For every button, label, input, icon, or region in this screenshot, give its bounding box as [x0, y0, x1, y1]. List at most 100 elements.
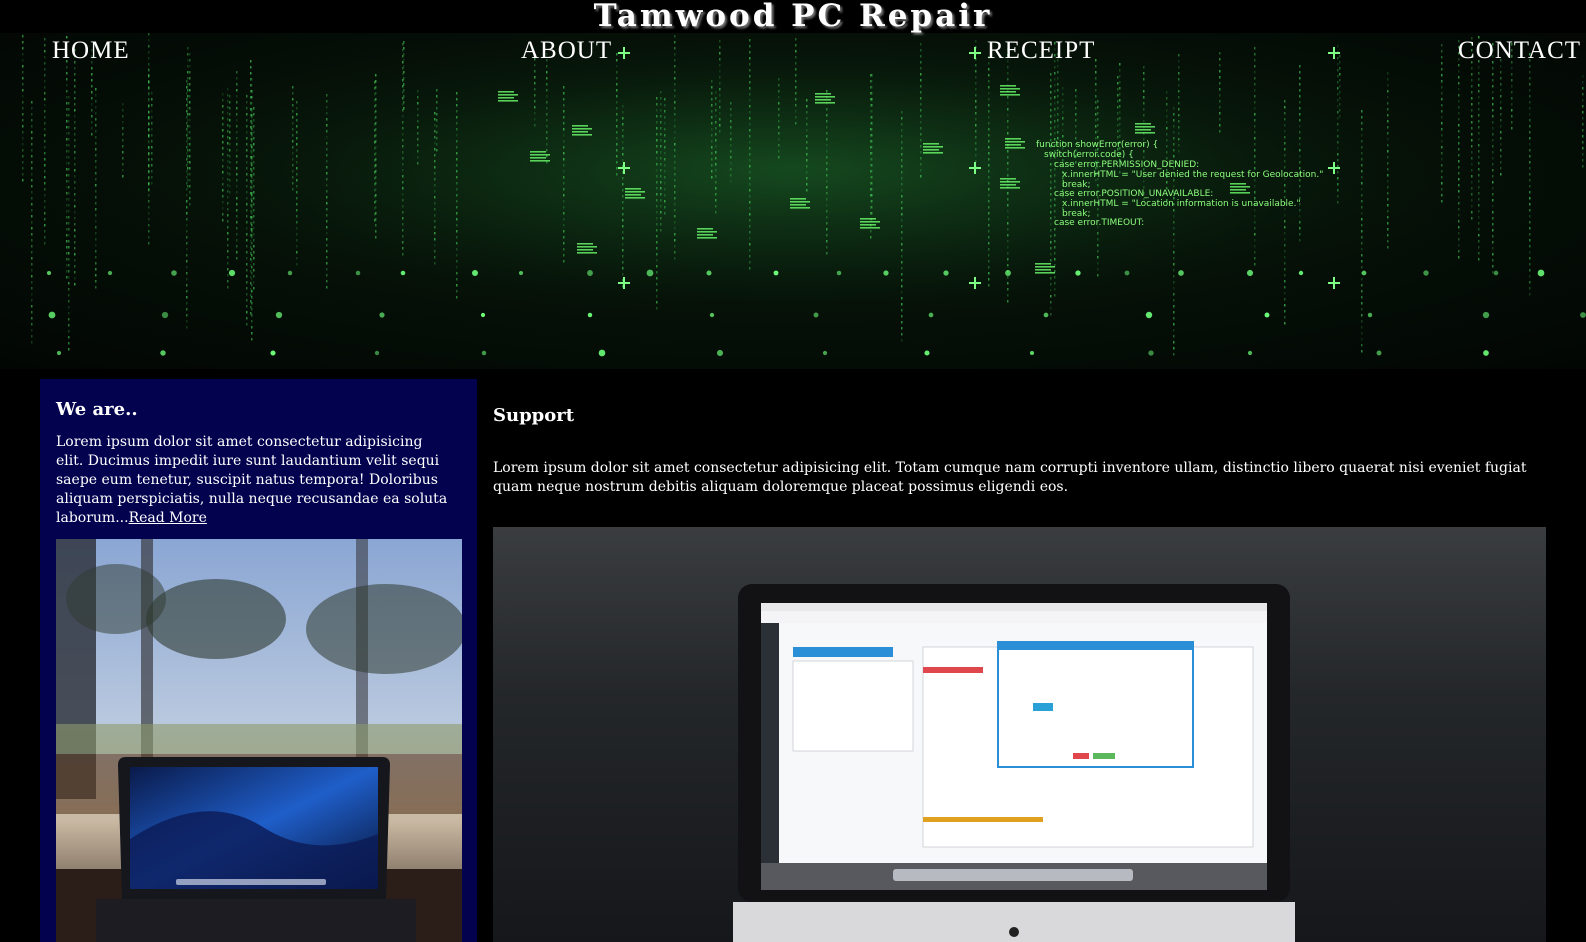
read-more-link[interactable]: Read More: [129, 510, 207, 526]
rain-dot: [1299, 113, 1301, 116]
nav-contact-link[interactable]: CONTACT: [1458, 37, 1581, 65]
rain-dot: [91, 91, 93, 94]
rain-dot: [1478, 180, 1480, 183]
rain-dot: [1471, 187, 1473, 190]
rain-dot: [749, 189, 751, 192]
rain-dot: [656, 229, 658, 232]
rain-dot: [74, 181, 76, 184]
rain-dot: [66, 144, 68, 147]
nav-receipt-link[interactable]: RECEIPT: [987, 37, 1095, 65]
rain-dot: [1117, 106, 1119, 109]
rain-dot: [778, 114, 780, 117]
rain-dot: [250, 132, 252, 135]
rain-dot: [1050, 235, 1052, 238]
code-block: [1135, 129, 1151, 131]
rain-dot: [975, 106, 977, 109]
rain-dot: [1478, 126, 1480, 129]
rain-dot: [1254, 77, 1256, 80]
rain-dot: [1097, 112, 1099, 115]
rain-dot: [1387, 72, 1389, 75]
glow-dot: [822, 350, 828, 356]
code-line: x.innerHTML = "User denied the request f…: [1062, 170, 1323, 180]
rain-dot: [1119, 87, 1121, 90]
glow-dot: [1483, 350, 1489, 356]
rain-dot: [1458, 226, 1460, 229]
rain-dot: [246, 263, 248, 266]
rain-dot: [1050, 259, 1052, 262]
rain-dot: [66, 234, 68, 237]
rain-dot: [66, 264, 68, 267]
rain-dot: [988, 164, 990, 167]
rain-dot: [68, 126, 70, 129]
rain-dot: [656, 265, 658, 268]
rain-dot: [1119, 135, 1121, 138]
rain-dot: [563, 98, 565, 101]
rain-dot: [44, 146, 46, 149]
rain-dot: [375, 158, 377, 161]
glow-dot: [518, 270, 524, 276]
rain-dot: [1471, 163, 1473, 166]
rain-dot: [1529, 77, 1531, 80]
rain-dot: [1492, 133, 1494, 136]
rain-dot: [778, 126, 780, 129]
rain-dot: [901, 255, 903, 258]
rain-dot: [44, 116, 46, 119]
rain-dot: [1337, 111, 1339, 114]
rain-dot: [326, 196, 328, 199]
rain-dot: [402, 91, 404, 94]
code-block: [498, 94, 518, 96]
rain-dot: [186, 236, 188, 239]
nav-home-link[interactable]: HOME: [52, 37, 130, 65]
rain-dot: [1387, 108, 1389, 111]
rain-dot: [871, 176, 873, 179]
rain-dot: [1361, 140, 1363, 143]
rain-dot: [1097, 100, 1099, 103]
rain-dot: [1478, 150, 1480, 153]
rain-dot: [1492, 139, 1494, 142]
rain-dot: [1284, 214, 1286, 217]
rain-dot: [1050, 127, 1052, 130]
rain-dot: [246, 137, 248, 140]
rain-dot: [246, 299, 248, 302]
rain-dot: [402, 169, 404, 172]
rain-dot: [375, 116, 377, 119]
rain-dot: [402, 67, 404, 70]
nav-about-link[interactable]: ABOUT: [521, 37, 612, 65]
rain-dot: [434, 238, 436, 241]
rain-dot: [375, 170, 377, 173]
rain-dot: [246, 203, 248, 206]
rain-dot: [31, 329, 33, 332]
rain-dot: [1471, 115, 1473, 118]
rain-dot: [22, 149, 24, 152]
rain-dot: [1500, 119, 1502, 122]
rain-dot: [749, 147, 751, 150]
rain-dot: [660, 163, 662, 166]
glow-dot: [171, 270, 177, 276]
rain-dot: [1178, 84, 1180, 87]
rain-dot: [148, 224, 150, 227]
rain-dot: [711, 152, 713, 155]
rain-dot: [1117, 124, 1119, 127]
rain-dot: [68, 264, 70, 267]
rain-dot: [148, 242, 150, 245]
rain-dot: [719, 70, 721, 73]
rain-dot: [236, 155, 238, 158]
rain-dot: [44, 206, 46, 209]
rain-dot: [1095, 71, 1097, 74]
rain-dot: [296, 251, 298, 254]
rain-dot: [715, 199, 717, 202]
rain-dot: [1178, 132, 1180, 135]
rain-dot: [122, 169, 124, 172]
code-block: [815, 96, 835, 98]
rain-dot: [1143, 90, 1145, 93]
rain-dot: [31, 203, 33, 206]
rain-dot: [1219, 118, 1221, 121]
rain-dot: [1337, 159, 1339, 162]
rain-dot: [1458, 172, 1460, 175]
rain-dot: [1007, 108, 1009, 111]
rain-dot: [456, 110, 458, 113]
rain-dot: [664, 212, 666, 215]
rain-dot: [656, 187, 658, 190]
rain-dot: [715, 97, 717, 100]
rain-dot: [1492, 85, 1494, 88]
